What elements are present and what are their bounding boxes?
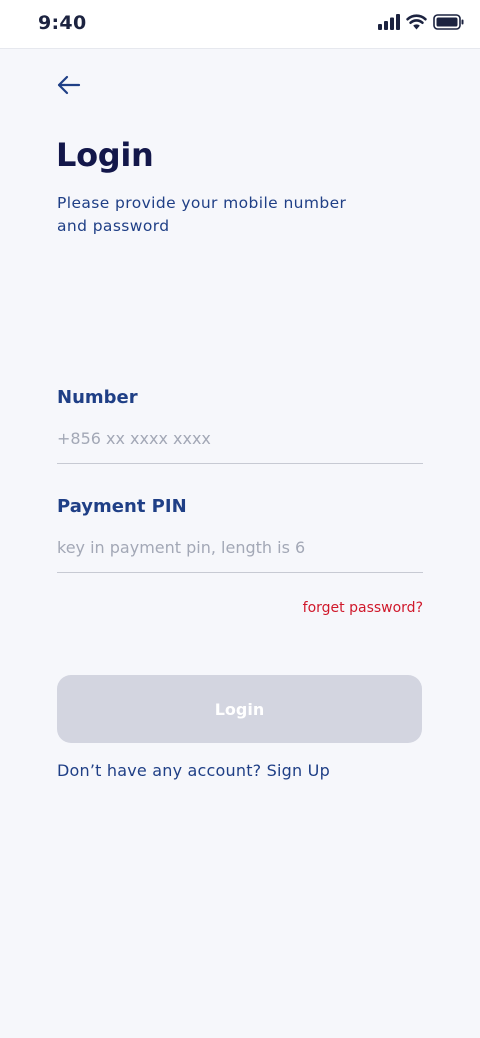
status-time: 9:40 bbox=[38, 12, 87, 34]
battery-icon bbox=[433, 14, 464, 30]
status-icons bbox=[378, 14, 464, 30]
wifi-icon bbox=[406, 14, 427, 30]
forget-password-link[interactable]: forget password? bbox=[303, 600, 423, 616]
number-input[interactable] bbox=[57, 421, 423, 464]
cellular-signal-icon bbox=[378, 14, 400, 30]
status-bar: 9:40 bbox=[0, 0, 480, 49]
login-button[interactable]: Login bbox=[57, 675, 422, 743]
page-subtitle: Please provide your mobile number and pa… bbox=[57, 194, 347, 235]
signup-prompt-text: Don’t have any account? bbox=[57, 761, 262, 780]
payment-pin-input[interactable] bbox=[57, 530, 423, 573]
back-button[interactable] bbox=[56, 72, 82, 98]
number-label: Number bbox=[57, 387, 138, 408]
signup-prompt-line: Don’t have any account? Sign Up bbox=[57, 761, 330, 780]
payment-pin-label: Payment PIN bbox=[57, 496, 187, 517]
sign-up-link[interactable]: Sign Up bbox=[267, 761, 330, 780]
page-title: Login bbox=[56, 136, 154, 174]
arrow-left-icon bbox=[57, 75, 81, 95]
